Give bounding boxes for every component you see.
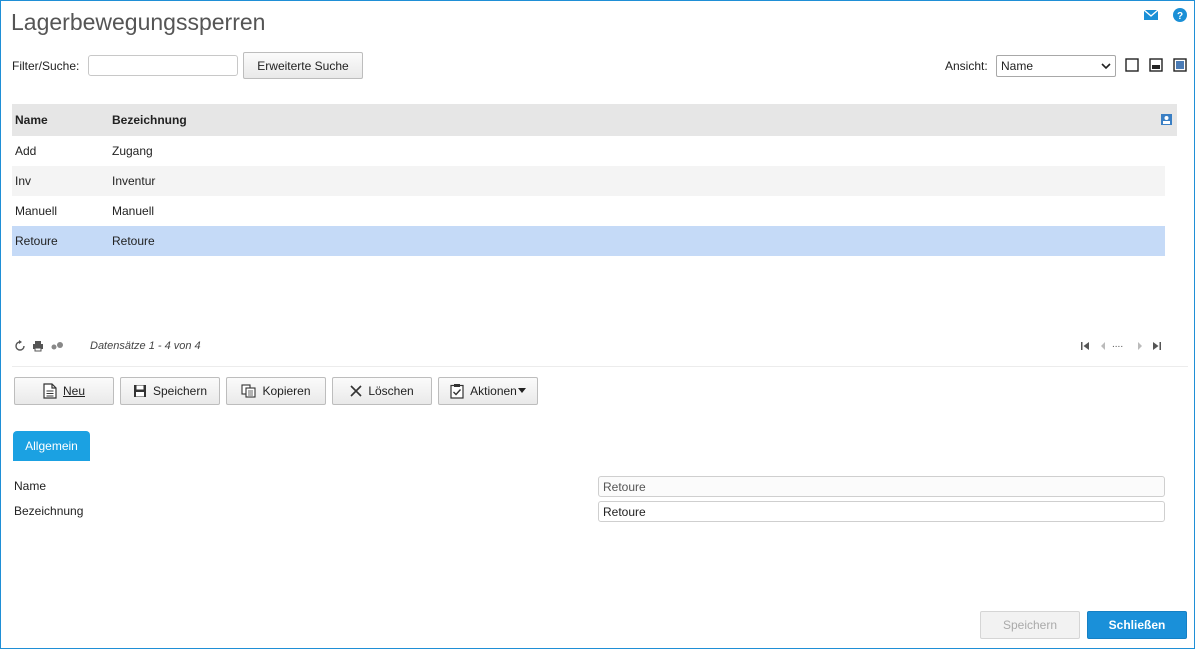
export-icon[interactable] (50, 340, 64, 352)
column-settings-icon[interactable] (1161, 114, 1172, 125)
table-row[interactable]: Add Zugang (12, 136, 1165, 166)
view-select[interactable]: Name (996, 55, 1116, 77)
table-row-selected[interactable]: Retoure Retoure (12, 226, 1165, 256)
previous-page-icon[interactable] (1099, 341, 1107, 354)
view-label: Ansicht: (945, 59, 988, 73)
first-page-icon[interactable] (1080, 341, 1090, 354)
cell-bezeichnung: Inventur (112, 174, 156, 188)
page-indicator: .... (1112, 339, 1124, 350)
record-count: Datensätze 1 - 4 von 4 (90, 340, 201, 352)
new-button-label: Neu (62, 384, 85, 398)
page-title: Lagerbewegungssperren (11, 9, 266, 35)
filter-search-input[interactable] (88, 55, 238, 76)
cell-name: Inv (15, 174, 32, 188)
view-select-value: Name (1001, 59, 1034, 73)
copy-button-label: Kopieren (262, 384, 311, 398)
name-field-label: Name (14, 479, 47, 493)
cell-name: Retoure (15, 234, 58, 248)
cell-name: Manuell (15, 204, 58, 218)
column-header-name[interactable]: Name (12, 113, 112, 127)
bezeichnung-field-label: Bezeichnung (14, 504, 84, 518)
table-row[interactable]: Manuell Manuell (12, 196, 1165, 226)
grid-header: Name Bezeichnung (12, 104, 1177, 136)
dropdown-arrow-icon (517, 388, 526, 393)
save-footer-button-disabled[interactable]: Speichern (980, 611, 1080, 639)
svg-text:?: ? (1177, 11, 1183, 22)
floppy-disk-icon (133, 385, 146, 397)
last-page-icon[interactable] (1152, 341, 1162, 354)
copy-button[interactable]: Kopieren (226, 377, 326, 405)
actions-button[interactable]: Aktionen (438, 377, 538, 405)
close-button[interactable]: Schließen (1087, 611, 1187, 639)
chevron-down-icon (1101, 63, 1111, 70)
name-field[interactable]: Retoure (598, 476, 1165, 497)
new-document-icon (43, 383, 57, 399)
column-header-bezeichnung[interactable]: Bezeichnung (112, 113, 412, 127)
print-icon[interactable] (32, 340, 44, 352)
window-frame: Lagerbewegungssperren ? Filter/Suche: Er… (0, 0, 1195, 649)
filter-label: Filter/Suche: (12, 59, 80, 73)
cell-bezeichnung: Manuell (112, 204, 155, 218)
next-page-icon[interactable] (1136, 341, 1144, 354)
cell-bezeichnung: Retoure (112, 234, 155, 248)
copy-icon (241, 384, 257, 398)
tab-allgemein[interactable]: Allgemein (13, 431, 90, 461)
separator (12, 366, 1188, 367)
delete-button[interactable]: Löschen (332, 377, 432, 405)
layout-split-icon[interactable] (1149, 58, 1163, 72)
mail-icon[interactable] (1143, 7, 1159, 23)
new-button[interactable]: Neu (14, 377, 114, 405)
save-toolbar-label: Speichern (152, 384, 208, 398)
delete-x-icon (350, 385, 362, 397)
table-row[interactable]: Inv Inventur (12, 166, 1165, 196)
delete-button-label: Löschen (368, 384, 414, 398)
layout-list-only-icon[interactable] (1125, 58, 1139, 72)
bezeichnung-field[interactable]: Retoure (598, 501, 1165, 522)
layout-detail-icon[interactable] (1173, 58, 1187, 72)
cell-bezeichnung: Zugang (112, 144, 153, 158)
save-toolbar-button[interactable]: Speichern (120, 377, 220, 405)
cell-name: Add (15, 144, 37, 158)
actions-button-label: Aktionen (470, 384, 517, 398)
clipboard-check-icon (450, 384, 464, 399)
pager-bar: Datensätze 1 - 4 von 4 .... (12, 338, 1165, 356)
records-grid: Name Bezeichnung Add Zugang Inv Inventur… (12, 104, 1177, 256)
help-icon[interactable]: ? (1172, 7, 1188, 23)
refresh-icon[interactable] (14, 340, 26, 352)
advanced-search-button[interactable]: Erweiterte Suche (243, 52, 363, 79)
